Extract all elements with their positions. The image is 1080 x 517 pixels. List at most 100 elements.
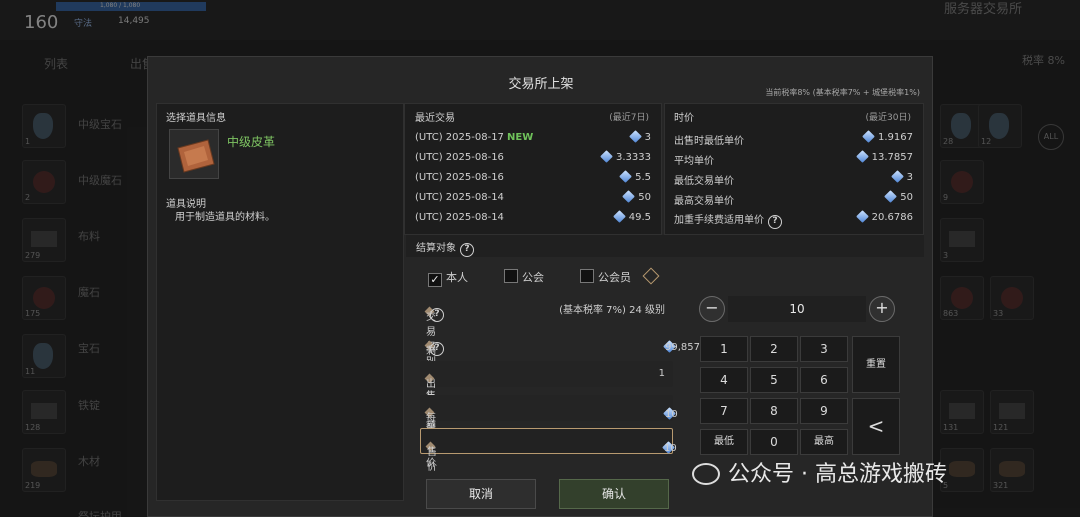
key-3[interactable]: 3	[800, 336, 848, 362]
market-value: 20.6786	[855, 210, 913, 223]
recent-trade-price: 49.5	[612, 210, 651, 223]
grid-slot[interactable]: 12	[978, 104, 1022, 148]
grid-slot[interactable]: 33	[990, 276, 1034, 320]
item-slot[interactable]: 219	[22, 448, 66, 492]
quantity-value: 1	[658, 368, 665, 379]
backspace-button[interactable]: <	[852, 398, 900, 455]
guild-emblem-icon	[642, 267, 660, 285]
key-9[interactable]: 9	[800, 398, 848, 424]
grid-slot[interactable]: 863	[940, 276, 984, 320]
item-name: 布料	[78, 230, 100, 243]
item-slot[interactable]: 2	[22, 160, 66, 204]
item-name: 祭坛护甲	[78, 510, 122, 517]
server-exchange-title: 服务器交易所	[944, 2, 1023, 17]
help-icon[interactable]: ?	[430, 308, 444, 322]
diamond-currency-icon	[622, 190, 636, 203]
diamond-currency-icon	[862, 130, 875, 143]
key-8[interactable]: 8	[750, 398, 798, 424]
item-desc-text: 用于制造道具的材料。	[175, 212, 275, 223]
trade-level-field: 交易级别? (基本税率 7%) 24 级别	[420, 294, 673, 368]
recent-trade-price: 3.3333	[600, 150, 651, 163]
plus-button[interactable]: +	[869, 296, 895, 322]
cancel-button[interactable]: 取消	[426, 479, 536, 509]
key-2[interactable]: 2	[750, 336, 798, 362]
checkbox-icon[interactable]	[504, 269, 518, 283]
recent-trade-date: (UTC) 2025-08-16	[415, 172, 504, 183]
help-icon[interactable]: ?	[430, 342, 444, 356]
market-price-range: (最近30日)	[865, 113, 911, 123]
item-icon	[169, 129, 219, 179]
key-1[interactable]: 1	[700, 336, 748, 362]
recent-trade-price: 3	[628, 130, 651, 143]
market-label: 最高交易单价	[674, 196, 734, 207]
reset-button[interactable]: 重置	[852, 336, 900, 393]
diamond-currency-icon	[855, 150, 869, 163]
market-value: 13.7857	[855, 150, 913, 163]
guard-label: 守法	[74, 19, 93, 29]
item-slot[interactable]: 128	[22, 390, 66, 434]
unit-price-field[interactable]: 每个售价 10	[420, 395, 678, 469]
item-slot[interactable]: 11	[22, 334, 66, 378]
recent-trades-range: (最近7日)	[609, 113, 649, 123]
key-6[interactable]: 6	[800, 367, 848, 393]
market-price-header: 时价	[674, 113, 694, 124]
sale-price-field[interactable]: 售价 10	[420, 428, 677, 473]
tab-list[interactable]: 列表	[44, 55, 68, 72]
item-name: 宝石	[78, 342, 100, 355]
recent-trades-header: 最近交易	[415, 113, 455, 124]
remaining-total-field: 剩余出售总额? 99,857	[424, 340, 700, 432]
item-name: 中级宝石	[78, 118, 122, 131]
grid-slot[interactable]: 9	[940, 160, 984, 204]
quantity-field[interactable]: 出售数量 1	[420, 361, 673, 435]
key-min[interactable]: 最低	[700, 429, 748, 455]
grid-slot[interactable]: 131	[940, 390, 984, 434]
confirm-button[interactable]: 确认	[559, 479, 669, 509]
checkbox-icon[interactable]	[580, 269, 594, 283]
item-info-panel: 选择道具信息 中级皮革 道具说明 用于制造道具的材料。	[156, 103, 404, 501]
diamond-currency-icon	[600, 150, 613, 163]
grid-slot[interactable]: 3	[940, 218, 984, 262]
exchange-listing-dialog: 交易所上架 当前税率8% (基本税率7% + 城堡税率1%) 选择道具信息 中级…	[147, 56, 933, 517]
diamond-currency-icon	[612, 210, 626, 223]
market-value: 50	[884, 190, 913, 203]
grid-slot[interactable]: 321	[990, 448, 1034, 492]
key-4[interactable]: 4	[700, 367, 748, 393]
wechat-icon	[692, 463, 720, 485]
grid-slot[interactable]: 121	[990, 390, 1034, 434]
item-slot[interactable]: 279	[22, 218, 66, 262]
item-slot[interactable]: 175	[22, 276, 66, 320]
new-badge: NEW	[507, 132, 534, 143]
diamond-currency-icon	[619, 170, 632, 183]
recent-trade-price: 5.5	[619, 170, 651, 183]
diamond-currency-icon	[855, 210, 869, 223]
help-icon[interactable]: ?	[768, 215, 782, 229]
settle-option-guild[interactable]: 公会	[504, 269, 544, 285]
bg-tax-rate: 税率 8%	[1022, 54, 1065, 67]
power-value: 14,495	[118, 16, 150, 26]
item-slot[interactable]: 1	[22, 104, 66, 148]
item-info-header: 选择道具信息	[166, 113, 226, 124]
keypad-display: 10	[728, 296, 866, 322]
market-value: 3	[890, 170, 913, 183]
help-icon[interactable]: ?	[460, 243, 474, 257]
tax-note: 当前税率8% (基本税率7% + 城堡税率1%)	[765, 88, 920, 97]
recent-trade-date: (UTC) 2025-08-17	[415, 132, 504, 143]
diamond-currency-icon	[628, 130, 642, 143]
checkbox-checked-icon[interactable]: ✓	[428, 273, 442, 287]
key-0[interactable]: 0	[750, 429, 798, 455]
item-name: 木材	[78, 455, 100, 468]
key-max[interactable]: 最高	[800, 429, 848, 455]
key-5[interactable]: 5	[750, 367, 798, 393]
recent-trade-price: 50	[622, 190, 651, 203]
market-label: 出售时最低单价	[674, 136, 744, 147]
settle-option-guild-member[interactable]: 公会员	[580, 269, 631, 285]
settle-option-self[interactable]: ✓ 本人	[428, 269, 468, 287]
level-badge: 160	[24, 12, 59, 33]
leather-icon	[177, 139, 215, 173]
item-name: 中级皮革	[227, 135, 276, 149]
minus-button[interactable]: −	[699, 296, 725, 322]
market-price-panel: 时价 (最近30日) 出售时最低单价 1.9167 平均单价 13.7857 最…	[664, 103, 924, 235]
key-7[interactable]: 7	[700, 398, 748, 424]
settlement-header: 结算对象?	[416, 239, 474, 257]
all-filter-button[interactable]: ALL	[1038, 124, 1064, 150]
